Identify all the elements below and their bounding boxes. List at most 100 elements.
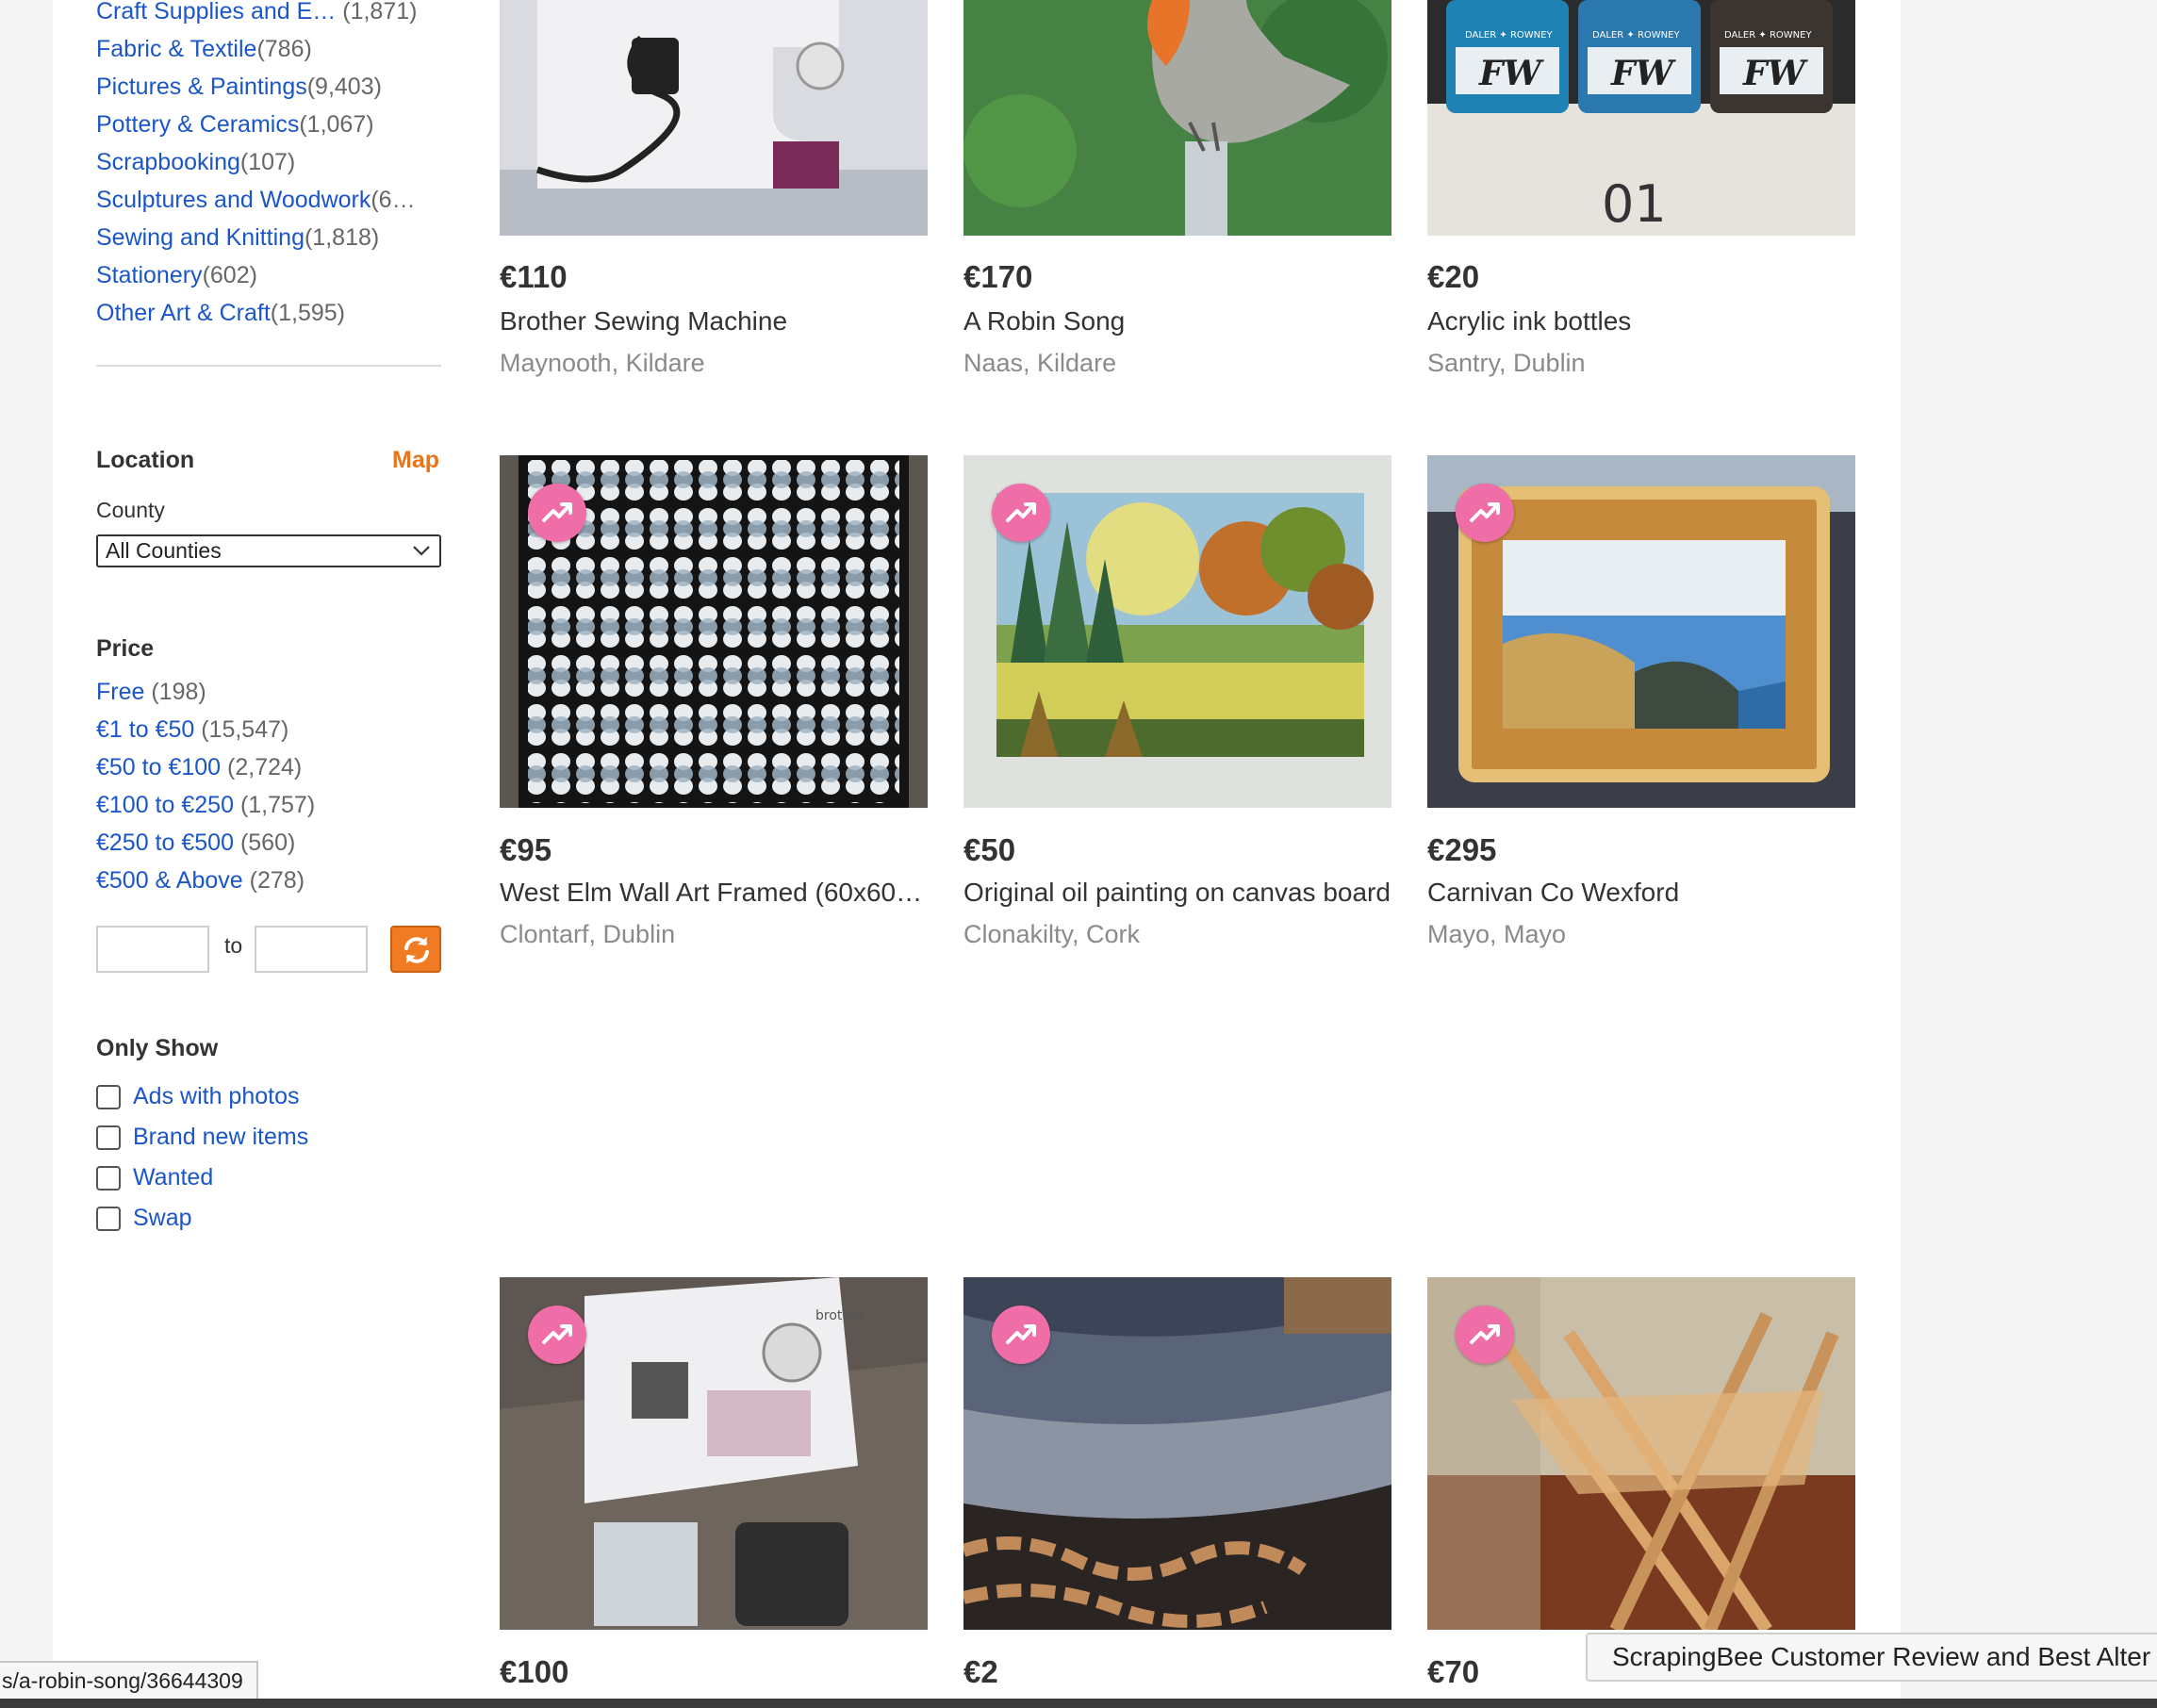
category-count: (1,595) (270, 300, 345, 326)
listing-title[interactable]: Original oil painting on canvas board (963, 878, 1391, 908)
ink-label-text: DALER ✦ ROWNEY (1724, 30, 1812, 41)
trending-up-icon (1006, 502, 1036, 522)
price-range-list: Free (198) €1 to €50 (15,547) €50 to €10… (96, 673, 443, 899)
option-label[interactable]: Swap (133, 1205, 192, 1232)
price-range-count: (560) (239, 829, 296, 856)
category-count: (9,403) (306, 74, 382, 100)
price-range-count: (198) (151, 679, 206, 705)
spotlight-badge (528, 484, 586, 542)
category-item[interactable]: Sewing and Knitting(1,818) (96, 219, 443, 256)
tab-tooltip: ScrapingBee Customer Review and Best Alt… (1586, 1633, 2157, 1682)
price-range-count: (278) (249, 867, 305, 894)
category-item[interactable]: Craft Supplies and E… (1,871) (96, 0, 443, 30)
only-show-option-photos[interactable]: Ads with photos (96, 1076, 308, 1117)
category-link[interactable]: Scrapbooking (96, 149, 240, 175)
ink-label-text: DALER ✦ ROWNEY (1465, 30, 1553, 41)
listing-photo[interactable]: DALER ✦ ROWNEY DALER ✦ ROWNEY DALER ✦ RO… (1427, 0, 1855, 236)
ink-brand-text: FW (1478, 54, 1545, 93)
apply-price-button[interactable] (390, 926, 441, 973)
spotlight-badge (992, 1306, 1050, 1364)
price-range-count: (15,547) (201, 716, 289, 743)
category-item[interactable]: Pictures & Paintings(9,403) (96, 68, 443, 106)
county-label: County (96, 498, 165, 522)
option-label[interactable]: Brand new items (133, 1124, 308, 1151)
price-range-link[interactable]: €250 to €500 (96, 829, 234, 856)
ink-brand-text: FW (1742, 54, 1809, 93)
category-link[interactable]: Sewing and Knitting (96, 224, 305, 251)
county-select[interactable]: All Counties (96, 534, 441, 567)
only-show-option-brand-new[interactable]: Brand new items (96, 1117, 308, 1158)
checkbox[interactable] (96, 1206, 121, 1231)
listing-title[interactable]: Brother Sewing Machine (500, 306, 928, 337)
refresh-icon (404, 937, 429, 963)
window-bottom-edge (0, 1699, 2157, 1708)
checkbox[interactable] (96, 1125, 121, 1150)
min-price-input[interactable] (96, 926, 209, 973)
category-item[interactable]: Pottery & Ceramics(1,067) (96, 106, 443, 143)
price-range-item[interactable]: €1 to €50 (15,547) (96, 711, 443, 748)
category-item[interactable]: Stationery(602) (96, 256, 443, 294)
listing-price: €95 (500, 832, 552, 867)
trending-up-icon (1470, 1324, 1500, 1344)
category-link[interactable]: Fabric & Textile (96, 36, 256, 62)
category-item[interactable]: Fabric & Textile(786) (96, 30, 443, 68)
price-range-item[interactable]: Free (198) (96, 673, 443, 711)
listing-location: Clontarf, Dublin (500, 920, 676, 948)
map-link[interactable]: Map (392, 447, 439, 474)
category-item[interactable]: Scrapbooking(107) (96, 143, 443, 181)
only-show-title: Only Show (96, 1035, 219, 1061)
checkbox[interactable] (96, 1165, 121, 1191)
option-label[interactable]: Wanted (133, 1164, 213, 1191)
category-item[interactable]: Sculptures and Woodwork(6… (96, 181, 443, 219)
location-title: Location (96, 447, 195, 473)
price-range-item[interactable]: €250 to €500 (560) (96, 824, 443, 862)
price-range-item[interactable]: €100 to €250 (1,757) (96, 786, 443, 824)
category-count: (786) (256, 36, 312, 62)
category-count: (6… (370, 187, 416, 213)
option-label[interactable]: Ads with photos (133, 1083, 300, 1110)
listing-photo[interactable] (963, 0, 1391, 236)
category-link[interactable]: Sculptures and Woodwork (96, 187, 370, 213)
category-link[interactable]: Craft Supplies and E… (96, 0, 336, 25)
listing-title[interactable]: A Robin Song (963, 306, 1391, 337)
ink-brand-text: FW (1610, 54, 1677, 93)
listing-title[interactable]: Acrylic ink bottles (1427, 306, 1855, 337)
checkbox[interactable] (96, 1084, 121, 1109)
price-range-link[interactable]: €50 to €100 (96, 754, 221, 780)
listing-price: €110 (500, 259, 568, 294)
listing-price: €70 (1427, 1654, 1480, 1689)
price-range-link[interactable]: €100 to €250 (96, 792, 234, 818)
ink-label-text: DALER ✦ ROWNEY (1592, 30, 1680, 41)
listing-title[interactable]: West Elm Wall Art Framed (60x60… (500, 878, 928, 908)
price-range-item[interactable]: €50 to €100 (2,724) (96, 748, 443, 786)
only-show-options: Ads with photos Brand new items Wanted S… (96, 1076, 308, 1239)
price-title: Price (96, 635, 155, 662)
listing-price: €2 (963, 1654, 998, 1689)
spotlight-badge (1456, 484, 1514, 542)
machine-brand-text: brother (815, 1308, 864, 1323)
listing-title[interactable]: Carnivan Co Wexford (1427, 878, 1855, 908)
price-range-count: (1,757) (239, 792, 316, 818)
category-link[interactable]: Pictures & Paintings (96, 74, 307, 100)
category-item[interactable]: Other Art & Craft(1,595) (96, 294, 443, 332)
max-price-input[interactable] (255, 926, 368, 973)
listing-location: Maynooth, Kildare (500, 349, 705, 377)
price-range-link[interactable]: €1 to €50 (96, 716, 194, 743)
category-link[interactable]: Stationery (96, 262, 203, 288)
category-link[interactable]: Pottery & Ceramics (96, 111, 299, 138)
only-show-option-wanted[interactable]: Wanted (96, 1158, 308, 1198)
price-range-item[interactable]: €500 & Above (278) (96, 862, 443, 899)
listing-location: Clonakilty, Cork (963, 920, 1141, 948)
county-selected-value: All Counties (106, 538, 222, 563)
category-count: (1,871) (342, 0, 418, 25)
listing-location: Naas, Kildare (963, 349, 1117, 377)
price-range-link[interactable]: €500 & Above (96, 867, 243, 894)
listing-photo[interactable] (500, 0, 928, 236)
range-to-label: to (224, 933, 243, 958)
listing-price: €100 (500, 1654, 569, 1689)
only-show-option-swap[interactable]: Swap (96, 1198, 308, 1239)
category-link[interactable]: Other Art & Craft (96, 300, 271, 326)
price-range-link[interactable]: Free (96, 679, 144, 705)
category-count: (1,818) (304, 224, 380, 251)
trending-up-icon (1470, 502, 1500, 522)
